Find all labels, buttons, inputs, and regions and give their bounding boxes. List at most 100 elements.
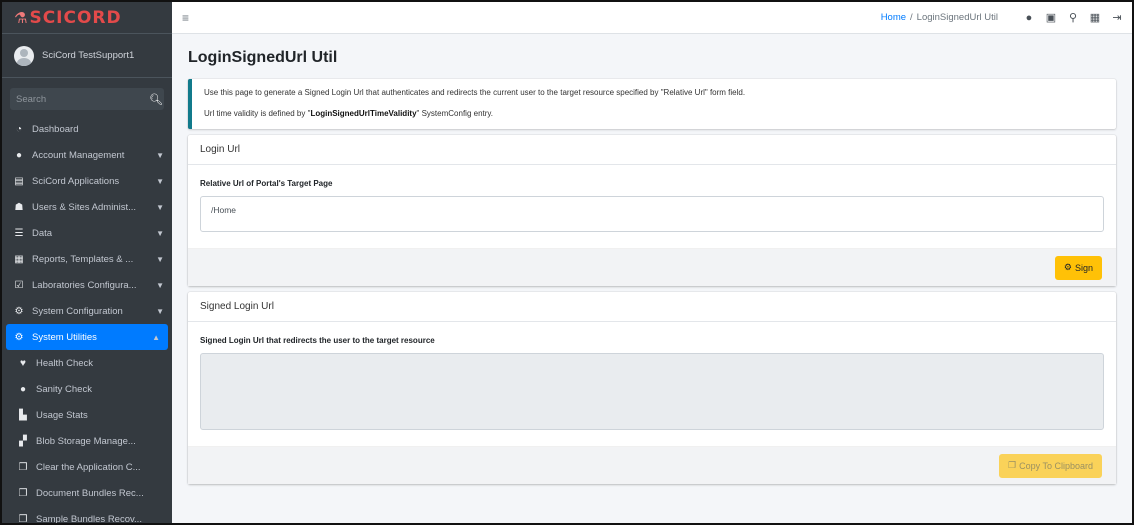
main-content: LoginSignedUrl Util Use this page to gen…	[172, 34, 1132, 523]
config-key: LoginSignedUrlTimeValidity	[310, 109, 417, 118]
sidebar-item-label: System Configuration	[32, 305, 123, 317]
sidebar-subitem-sample-bundles[interactable]: ❐ Sample Bundles Recov...	[2, 506, 172, 524]
card-title: Signed Login Url	[188, 292, 1116, 322]
copy-icon: ❐	[18, 513, 28, 524]
top-navbar: ≡ Home / LoginSignedUrl Util ● ▣ ⚲ ▦ ⇥	[172, 2, 1132, 34]
cogs-icon: ⚙	[14, 305, 24, 317]
sidebar-item-label: Usage Stats	[36, 409, 88, 421]
chevron-down-icon: ▼	[156, 176, 164, 186]
info-text-2: Url time validity is defined by "LoginSi…	[204, 109, 1104, 118]
search-icon: 🔍︎	[149, 93, 163, 106]
sidebar-item-label: Document Bundles Rec...	[36, 487, 144, 499]
sidebar-item-scicord-applications[interactable]: ▤ SciCord Applications ▼	[2, 168, 172, 194]
card-body: Signed Login Url that redirects the user…	[188, 322, 1116, 446]
gear-icon: ⚙	[1063, 262, 1072, 272]
brand-logo: ⚗SCICORD	[14, 8, 122, 28]
heartbeat-icon: ♥	[20, 357, 26, 369]
brain-icon: ●	[19, 383, 27, 395]
copy-to-clipboard-button[interactable]: ❐ Copy To Clipboard	[999, 453, 1102, 478]
dashboard-icon: ◔	[15, 123, 23, 135]
copy-icon: ❐	[18, 461, 28, 473]
navbar-icons: ● ▣ ⚲ ▦ ⇥	[1018, 11, 1128, 25]
users-icon: ☗	[14, 201, 24, 213]
sidebar-item-label: Users & Sites Administ...	[32, 201, 137, 213]
sidebar-item-label: Sanity Check	[36, 383, 92, 395]
chevron-down-icon: ▼	[156, 150, 164, 160]
sidebar-item-label: Dashboard	[32, 123, 79, 135]
info-icon[interactable]: ●	[1018, 12, 1040, 24]
copy-icon: ❐	[18, 487, 28, 499]
sidebar-subitem-sanity-check[interactable]: ● Sanity Check	[2, 376, 172, 402]
signed-url-field[interactable]	[200, 353, 1104, 430]
user-circle-icon: ●	[15, 149, 23, 161]
database-icon: ☰	[14, 227, 24, 239]
sidebar-item-label: System Utilities	[32, 331, 97, 343]
sidebar-item-users-sites[interactable]: ☗ Users & Sites Administ... ▼	[2, 194, 172, 220]
sidebar-item-label: Sample Bundles Recov...	[36, 513, 142, 524]
card-title: Login Url	[188, 135, 1116, 165]
relative-url-label: Relative Url of Portal's Target Page	[200, 179, 333, 188]
sidebar-item-label: Account Management	[32, 149, 125, 161]
brand-name: SCICORD	[29, 7, 122, 28]
sign-button-label: Sign	[1074, 262, 1093, 273]
sidebar-item-label: Health Check	[36, 357, 94, 369]
search-input[interactable]	[10, 88, 148, 110]
sidebar-search: 🔍︎	[10, 88, 164, 110]
breadcrumb-home-link[interactable]: Home	[881, 12, 906, 23]
signed-login-url-card: Signed Login Url Signed Login Url that r…	[188, 292, 1116, 484]
signed-url-label: Signed Login Url that redirects the user…	[200, 336, 435, 345]
sidebar-item-system-utilities[interactable]: ⚙ System Utilities ▲	[6, 324, 168, 350]
chevron-up-icon: ▲	[152, 332, 160, 342]
sidebar-item-data[interactable]: ☰ Data ▼	[2, 220, 172, 246]
sidebar-item-dashboard[interactable]: ◔ Dashboard	[2, 116, 172, 142]
sidebar-subitem-clear-cache[interactable]: ❐ Clear the Application C...	[2, 454, 172, 480]
user-panel[interactable]: SciCord TestSupport1	[2, 34, 172, 78]
inbox-icon[interactable]: ▣	[1040, 11, 1062, 24]
card-footer: ⚙ Sign	[188, 248, 1116, 286]
menu-toggle-icon[interactable]: ≡	[182, 11, 189, 25]
info-text-1: Use this page to generate a Signed Login…	[204, 88, 746, 97]
chevron-down-icon: ▼	[156, 228, 164, 238]
gear-icon: ⚙	[14, 331, 24, 343]
copy-icon: ❐	[1008, 460, 1017, 470]
avatar	[14, 45, 34, 66]
boxes-icon: ▞	[19, 435, 27, 447]
sidebar-item-laboratories-configuration[interactable]: ☑ Laboratories Configura... ▼	[2, 272, 172, 298]
chevron-down-icon: ▼	[156, 306, 164, 316]
breadcrumb-separator: /	[910, 12, 913, 23]
sidebar-subitem-health-check[interactable]: ♥ Health Check	[2, 350, 172, 376]
search-button[interactable]: 🔍︎	[148, 88, 164, 110]
sidebar-item-account-management[interactable]: ● Account Management ▼	[2, 142, 172, 168]
sidebar-subitem-usage-stats[interactable]: ▙ Usage Stats	[2, 402, 172, 428]
sidebar: ⚗SCICORD SciCord TestSupport1 🔍︎ ◔ Dashb…	[2, 2, 172, 523]
search-icon[interactable]: ⚲	[1062, 11, 1084, 24]
apps-icon: ▤	[14, 175, 24, 187]
chart-icon: ▙	[19, 409, 27, 421]
flask-icon: ⚗	[14, 8, 29, 27]
signed-url-wrapper	[200, 353, 1104, 430]
page-title: LoginSignedUrl Util	[188, 49, 338, 66]
chevron-down-icon: ▼	[156, 202, 164, 212]
card-body: Relative Url of Portal's Target Page /Ho…	[188, 165, 1116, 248]
table-icon: ▦	[14, 253, 24, 265]
sidebar-subitem-blob-storage[interactable]: ▞ Blob Storage Manage...	[2, 428, 172, 454]
sidebar-item-reports-templates[interactable]: ▦ Reports, Templates & ... ▼	[2, 246, 172, 272]
info-text-suffix: " SystemConfig entry.	[416, 109, 494, 118]
sidebar-item-system-configuration[interactable]: ⚙ System Configuration ▼	[2, 298, 172, 324]
sidebar-item-label: SciCord Applications	[32, 175, 120, 187]
sidebar-subitem-document-bundles[interactable]: ❐ Document Bundles Rec...	[2, 480, 172, 506]
user-name[interactable]: SciCord TestSupport1	[42, 50, 134, 61]
logout-icon[interactable]: ⇥	[1106, 11, 1128, 24]
info-text-prefix: Url time validity is defined by "	[204, 109, 311, 118]
relative-url-wrapper: /Home	[200, 196, 1104, 232]
sign-button[interactable]: ⚙ Sign	[1054, 255, 1102, 280]
grid-icon[interactable]: ▦	[1084, 11, 1106, 24]
card-footer: ❐ Copy To Clipboard	[188, 446, 1116, 484]
brand[interactable]: ⚗SCICORD	[2, 2, 172, 34]
relative-url-field[interactable]: /Home	[200, 196, 1104, 232]
breadcrumb-current: LoginSignedUrl Util	[916, 12, 998, 23]
clipboard-check-icon: ☑	[14, 279, 24, 291]
sidebar-item-label: Laboratories Configura...	[32, 279, 137, 291]
login-url-card: Login Url Relative Url of Portal's Targe…	[188, 135, 1116, 286]
sidebar-item-label: Clear the Application C...	[36, 461, 141, 473]
